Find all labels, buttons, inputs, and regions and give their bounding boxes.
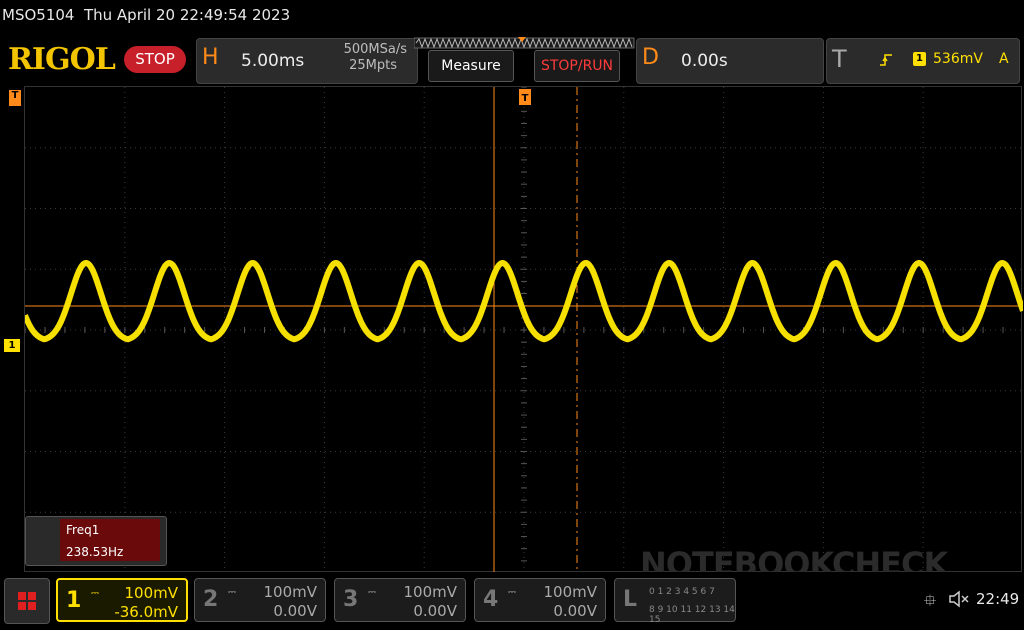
- trigger-left-marker: T: [9, 90, 21, 106]
- brand-logo: RIGOL: [8, 42, 116, 77]
- trigger-mode: A: [999, 51, 1009, 67]
- timebase-value: 5.00ms: [241, 51, 305, 71]
- channel-3-number: 3: [343, 587, 359, 612]
- logic-panel[interactable]: L 0 1 2 3 4 5 6 7 8 9 10 11 12 13 14 15: [614, 578, 736, 625]
- measure-button[interactable]: Measure: [428, 50, 514, 82]
- trigger-left-marker-label: T: [11, 90, 19, 101]
- sample-rate: 500MSa/s: [343, 42, 407, 57]
- channel-1-offset: -36.0mV: [114, 603, 178, 621]
- delay-value: 0.00s: [681, 51, 728, 71]
- measurement-value: 238.53Hz: [66, 545, 124, 559]
- channel-1-scale: 100mV: [124, 584, 178, 602]
- trigger-level: 536mV: [933, 51, 983, 67]
- channel-4-panel[interactable]: 4 ⎓ 100mV 0.00V: [474, 578, 606, 622]
- waveform-canvas: T: [22, 86, 1024, 574]
- channel-1-panel[interactable]: 1 ⎓ 100mV -36.0mV: [56, 578, 188, 622]
- channel-4-scale: 100mV: [543, 583, 597, 601]
- top-control-bar: RIGOL STOP H 5.00ms 500MSa/s 25Mpts Meas…: [0, 32, 1024, 86]
- main-menu-button[interactable]: [4, 578, 50, 624]
- channel-4-offset: 0.00V: [553, 602, 597, 620]
- waveform-display[interactable]: T: [22, 86, 1024, 574]
- channel-3-offset: 0.00V: [413, 602, 457, 620]
- memory-overview-icon: [414, 37, 635, 49]
- grid-menu-icon: [18, 592, 36, 610]
- usb-icon: ⯐: [924, 591, 937, 610]
- bottom-channel-bar: 1 ⎓ 100mV -36.0mV 2 ⎓ 100mV 0.00V 3 ⎓ 10…: [0, 572, 1024, 630]
- trigger-top-marker-label: T: [522, 93, 529, 104]
- dc-coupling-icon: ⎓: [368, 587, 376, 598]
- channel-4-number: 4: [483, 587, 499, 612]
- instrument-title: MSO5104 Thu April 20 22:49:54 2023: [2, 6, 291, 24]
- channel-3-scale: 100mV: [403, 583, 457, 601]
- dc-coupling-icon: ⎓: [228, 587, 236, 598]
- channel-2-panel[interactable]: 2 ⎓ 100mV 0.00V: [194, 578, 326, 622]
- channel-2-offset: 0.00V: [273, 602, 317, 620]
- stop-run-button[interactable]: STOP/RUN: [534, 50, 620, 82]
- channel-2-number: 2: [203, 587, 219, 612]
- channel-1-number: 1: [66, 588, 82, 613]
- title-bar: MSO5104 Thu April 20 22:49:54 2023: [0, 0, 1024, 32]
- run-state-badge[interactable]: STOP: [124, 46, 186, 73]
- logic-bits-row1: 0 1 2 3 4 5 6 7: [649, 587, 715, 597]
- logic-letter: L: [623, 587, 638, 612]
- ch1-offset-marker[interactable]: 1: [4, 339, 20, 352]
- trigger-letter: T: [832, 45, 847, 73]
- horizontal-panel[interactable]: H 5.00ms 500MSa/s 25Mpts: [196, 38, 418, 84]
- ch1-offset-marker-label: 1: [8, 340, 16, 351]
- measurement-label: Freq1: [66, 523, 100, 537]
- delay-letter: D: [642, 45, 659, 70]
- trigger-panel[interactable]: T 1 536mV A: [826, 38, 1020, 84]
- delay-panel[interactable]: D 0.00s: [636, 38, 824, 84]
- channel-3-panel[interactable]: 3 ⎓ 100mV 0.00V: [334, 578, 466, 622]
- clock: 22:49: [976, 590, 1020, 608]
- memory-depth: 25Mpts: [349, 58, 397, 73]
- measurement-result[interactable]: Freq1 238.53Hz: [25, 516, 167, 566]
- speaker-muted-icon[interactable]: [948, 590, 970, 608]
- logic-bits-row2: 8 9 10 11 12 13 14 15: [649, 605, 735, 625]
- dc-coupling-icon: ⎓: [91, 588, 99, 599]
- trigger-source-badge: 1: [913, 52, 926, 66]
- dc-coupling-icon: ⎓: [508, 587, 516, 598]
- channel-2-scale: 100mV: [263, 583, 317, 601]
- rising-edge-icon: [880, 54, 892, 66]
- horizontal-letter: H: [202, 45, 219, 70]
